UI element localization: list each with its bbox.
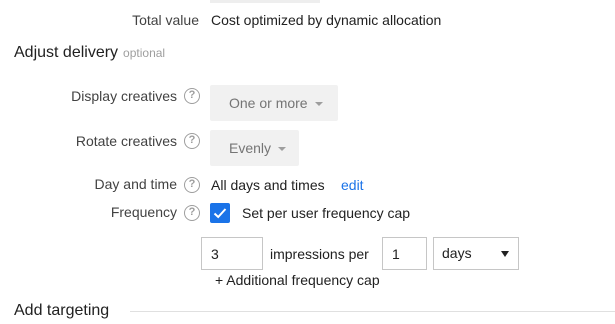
- day-and-time-edit-link[interactable]: edit: [341, 177, 364, 193]
- display-creatives-dropdown[interactable]: One or more: [210, 85, 338, 121]
- help-circle-icon[interactable]: ?: [184, 177, 200, 193]
- check-icon: [213, 208, 227, 219]
- top-field-edge: [210, 0, 320, 3]
- section-divider: [130, 311, 615, 312]
- help-circle-icon[interactable]: ?: [184, 205, 200, 221]
- rotate-creatives-label: Rotate creatives: [75, 133, 177, 149]
- rotate-creatives-dropdown[interactable]: Evenly: [210, 130, 299, 166]
- chevron-down-icon: [314, 102, 323, 107]
- help-circle-icon[interactable]: ?: [184, 133, 200, 149]
- adjust-delivery-panel: Total value Cost optimized by dynamic al…: [0, 0, 615, 324]
- frequency-cap-checkbox-label[interactable]: Set per user frequency cap: [242, 205, 410, 221]
- section-title-adjust-delivery: Adjust delivery optional: [14, 44, 165, 62]
- period-count-input[interactable]: [382, 237, 427, 270]
- section-title-text: Adjust delivery: [14, 44, 119, 61]
- dropdown-arrow-icon: [501, 251, 509, 257]
- total-value-label: Total value: [132, 12, 199, 28]
- total-value-text: Cost optimized by dynamic allocation: [211, 12, 442, 28]
- frequency-cap-checkbox[interactable]: [210, 203, 230, 223]
- optional-label: optional: [123, 46, 166, 60]
- rotate-creatives-value: Evenly: [229, 140, 272, 156]
- frequency-label: Frequency: [110, 204, 177, 220]
- period-unit-select[interactable]: days: [433, 237, 519, 270]
- day-and-time-value: All days and times: [211, 177, 325, 193]
- display-creatives-label: Display creatives: [71, 88, 177, 104]
- chevron-down-icon: [278, 147, 287, 152]
- help-circle-icon[interactable]: ?: [184, 88, 200, 104]
- period-unit-value: days: [442, 245, 472, 261]
- display-creatives-value: One or more: [229, 95, 308, 111]
- additional-frequency-cap-link[interactable]: + Additional frequency cap: [215, 272, 380, 288]
- section-title-add-targeting: Add targeting: [14, 302, 110, 319]
- impressions-per-text: impressions per: [270, 246, 369, 262]
- impressions-count-input[interactable]: [201, 237, 263, 270]
- day-and-time-label: Day and time: [94, 176, 177, 192]
